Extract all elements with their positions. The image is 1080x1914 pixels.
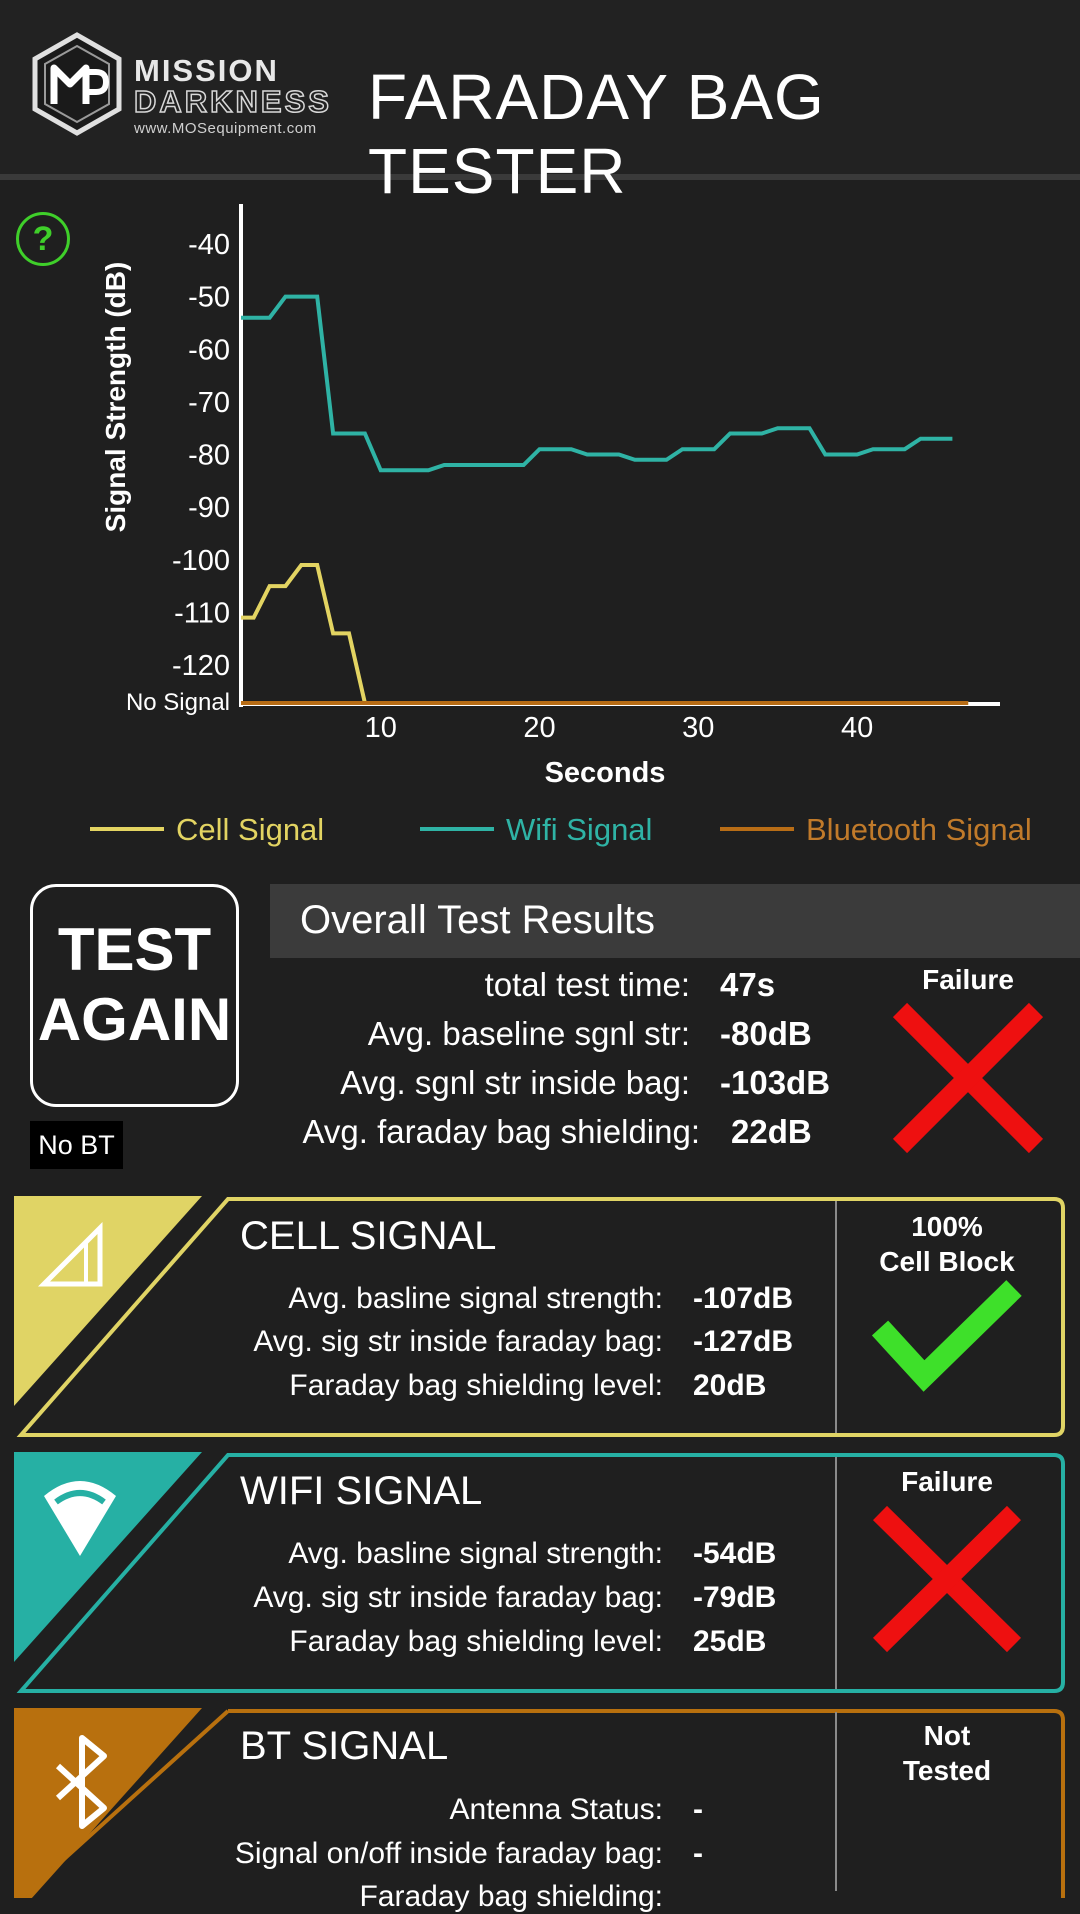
cell-value-baseline: -107dB [693, 1282, 794, 1315]
bt-label-shielding: Faraday bag shielding: [359, 1880, 663, 1913]
bt-status-line1: Not [923, 1720, 971, 1751]
red-x-icon [892, 1002, 1044, 1154]
cell-status-line1: 100% [911, 1211, 983, 1242]
overall-results-title: Overall Test Results [300, 898, 655, 942]
wifi-icon [44, 1484, 45, 1485]
legend-label-cell: Cell Signal [176, 812, 325, 847]
brand-url: www.MOSequipment.com [134, 120, 317, 137]
bt-status-text: Not Tested [836, 1718, 1058, 1788]
wifi-label-inside-bag: Avg. sig str inside faraday bag: [253, 1581, 663, 1614]
bt-label-inside-bag: Signal on/off inside faraday bag: [234, 1837, 663, 1870]
cell-tower-icon [44, 1228, 45, 1229]
bt-value-inside-bag: - [693, 1837, 703, 1870]
wifi-section-title: WIFI SIGNAL [240, 1469, 483, 1513]
chart-line-wifi-signal [241, 294, 953, 473]
test-again-button[interactable]: TEST AGAIN [30, 884, 239, 1107]
test-again-label-line2: AGAIN [37, 986, 232, 1053]
wifi-value-shielding: 25dB [693, 1625, 767, 1658]
overall-label-test-time: total test time: [484, 966, 690, 1003]
cell-section-title: CELL SIGNAL [240, 1214, 497, 1258]
legend-label-bluetooth: Bluetooth Signal [806, 812, 1032, 847]
overall-label-shielding: Avg. faraday bag shielding: [302, 1113, 701, 1150]
legend-swatch-wifi [420, 826, 494, 831]
brand-name-line2: DARKNESS [133, 83, 332, 120]
bt-label-antenna: Antenna Status: [449, 1793, 664, 1826]
cell-label-baseline: Avg. basline signal strength: [288, 1282, 663, 1315]
bt-status-line2: Tested [902, 1755, 992, 1786]
bluetooth-icon [44, 1740, 45, 1741]
mission-darkness-logo-icon [32, 32, 122, 136]
bt-section-title: BT SIGNAL [240, 1724, 449, 1768]
cell-status-text: 100% Cell Block [836, 1209, 1058, 1279]
wifi-value-baseline: -54dB [693, 1537, 777, 1570]
chart-y-tick-label: -120 [172, 650, 230, 682]
wifi-label-baseline: Avg. basline signal strength: [288, 1537, 663, 1570]
cell-label-inside-bag: Avg. sig str inside faraday bag: [253, 1325, 663, 1358]
overall-value-inside-bag: -103dB [720, 1064, 831, 1101]
chart-y-tick-label: No Signal [126, 689, 230, 716]
signal-strength-chart: -40 -50 -60 -70 -80 -90 -100 -110 -120 No Signal 1… [100, 204, 1000, 789]
chart-x-tick-label: 10 [365, 712, 397, 744]
chart-y-tick-label: -40 [188, 229, 230, 261]
cell-status-line2: Cell Block [879, 1246, 1015, 1277]
legend-label-wifi: Wifi Signal [506, 812, 653, 847]
chart-y-tick-label: -70 [188, 387, 230, 419]
cell-value-inside-bag: -127dB [693, 1325, 794, 1358]
chart-line-cell-signal [241, 563, 969, 705]
chart-y-tick-label: -90 [188, 492, 230, 524]
chart-y-tick-label: -100 [172, 545, 230, 577]
red-x-icon [872, 1505, 1022, 1653]
legend-swatch-cell [90, 826, 164, 831]
overall-status-text: Failure [922, 964, 1014, 995]
chart-x-axis-label: Seconds [545, 757, 666, 789]
cell-label-shielding: Faraday bag shielding level: [289, 1369, 663, 1402]
chart-y-tick-label: -50 [188, 282, 230, 314]
cell-value-shielding: 20dB [693, 1369, 767, 1402]
test-again-label-line1: TEST [57, 916, 212, 983]
overall-value-test-time: 47s [720, 966, 776, 1003]
overall-value-shielding: 22dB [731, 1113, 812, 1150]
legend-item-cell: Cell Signal [90, 812, 324, 848]
wifi-label-shielding: Faraday bag shielding level: [289, 1625, 663, 1658]
legend-item-bluetooth: Bluetooth Signal [720, 812, 1032, 848]
chart-y-tick-label: -110 [174, 597, 230, 629]
overall-label-inside-bag: Avg. sgnl str inside bag: [340, 1064, 690, 1101]
wifi-value-inside-bag: -79dB [693, 1581, 777, 1614]
no-bt-badge: No BT [30, 1121, 123, 1169]
chart-x-tick-label: 20 [523, 712, 555, 744]
chart-y-tick-label: -80 [188, 440, 230, 472]
overall-label-baseline: Avg. baseline sgnl str: [367, 1015, 690, 1052]
overall-value-baseline: -80dB [720, 1015, 812, 1052]
green-check-icon [872, 1280, 1022, 1392]
chart-x-tick-label: 40 [841, 712, 873, 744]
chart-y-axis-label: Signal Strength (dB) [100, 262, 131, 533]
chart-x-tick-label: 30 [682, 712, 714, 744]
wifi-status-text: Failure [901, 1466, 993, 1497]
legend-swatch-bluetooth [720, 826, 794, 831]
legend-item-wifi: Wifi Signal [420, 812, 652, 848]
chart-y-tick-label: -60 [188, 334, 230, 366]
bt-value-antenna: - [693, 1793, 703, 1826]
